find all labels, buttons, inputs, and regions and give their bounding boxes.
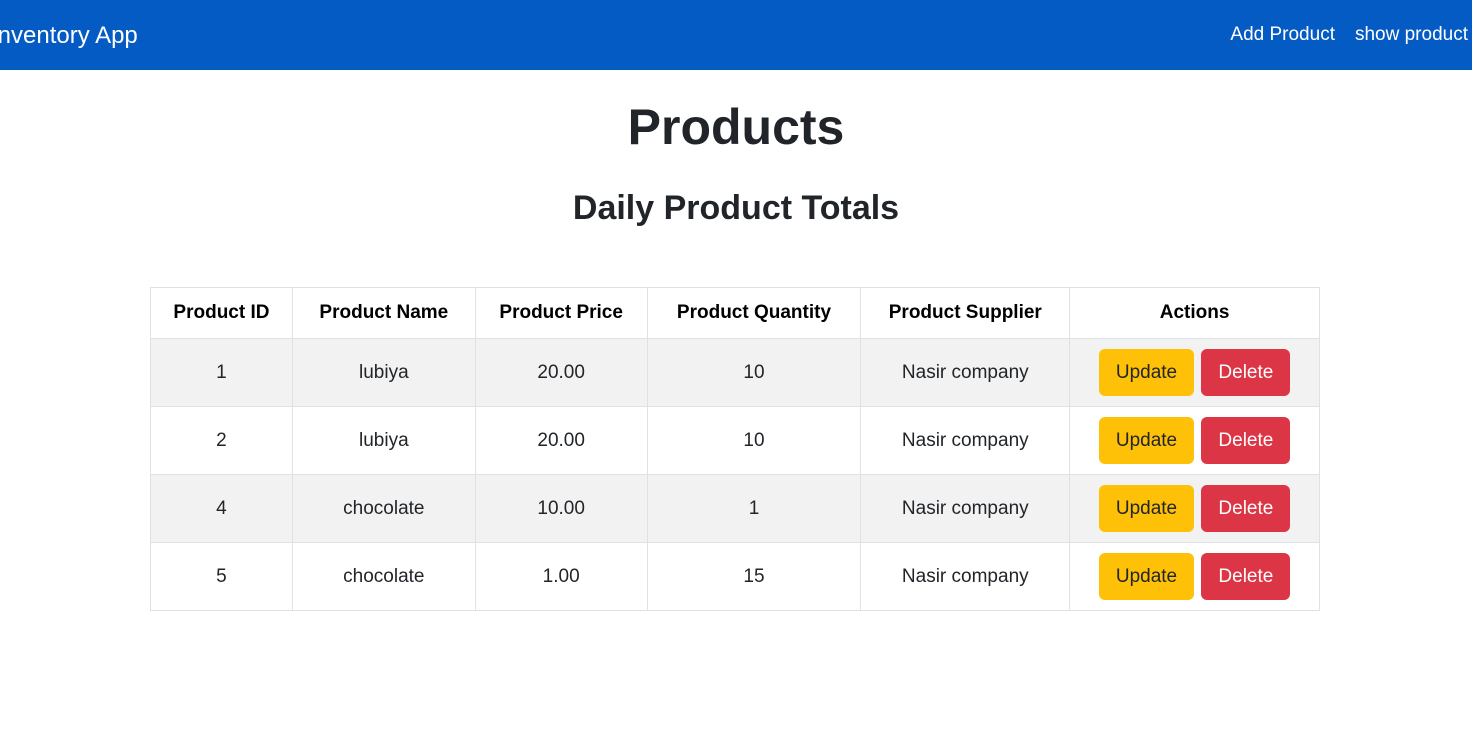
update-button[interactable]: Update bbox=[1098, 485, 1195, 532]
cell-actions: Update Delete bbox=[1069, 474, 1320, 543]
cell-actions: Update Delete bbox=[1069, 338, 1320, 407]
cell-actions: Update Delete bbox=[1069, 406, 1320, 475]
cell-product-price: 20.00 bbox=[474, 406, 648, 475]
cell-product-supplier: Nasir company bbox=[860, 542, 1071, 611]
cell-product-id: 1 bbox=[150, 338, 293, 407]
cell-product-name: lubiya bbox=[291, 338, 476, 407]
cell-product-quantity: 1 bbox=[646, 474, 862, 543]
page-subtitle: Daily Product Totals bbox=[572, 189, 900, 227]
update-button[interactable]: Update bbox=[1098, 553, 1195, 600]
table-row: 4 chocolate 10.00 1 Nasir company Update… bbox=[150, 474, 1320, 543]
cell-product-supplier: Nasir company bbox=[860, 406, 1071, 475]
nav-show-product-link[interactable]: show product bbox=[1355, 24, 1468, 46]
header-product-quantity: Product Quantity bbox=[646, 287, 862, 339]
products-table: Product ID Product Name Product Price Pr… bbox=[150, 287, 1320, 611]
update-button[interactable]: Update bbox=[1098, 417, 1195, 464]
page-title: Products bbox=[627, 99, 845, 155]
header-product-name: Product Name bbox=[291, 287, 476, 339]
cell-product-id: 5 bbox=[150, 542, 293, 611]
header-actions: Actions bbox=[1069, 287, 1320, 339]
update-button[interactable]: Update bbox=[1098, 349, 1195, 396]
delete-button[interactable]: Delete bbox=[1201, 553, 1291, 600]
nav-links: Add Product show product bbox=[1210, 0, 1468, 70]
cell-product-quantity: 10 bbox=[646, 406, 862, 475]
cell-product-quantity: 15 bbox=[646, 542, 862, 611]
navbar: Inventory App Add Product show product bbox=[0, 0, 1472, 70]
cell-product-price: 10.00 bbox=[474, 474, 648, 543]
cell-product-name: lubiya bbox=[291, 406, 476, 475]
cell-product-id: 4 bbox=[150, 474, 293, 543]
cell-product-id: 2 bbox=[150, 406, 293, 475]
header-product-price: Product Price bbox=[474, 287, 648, 339]
cell-product-supplier: Nasir company bbox=[860, 474, 1071, 543]
delete-button[interactable]: Delete bbox=[1201, 417, 1291, 464]
table-header-row: Product ID Product Name Product Price Pr… bbox=[150, 287, 1320, 339]
cell-product-name: chocolate bbox=[291, 474, 476, 543]
cell-actions: Update Delete bbox=[1069, 542, 1320, 611]
cell-product-price: 1.00 bbox=[474, 542, 648, 611]
brand-link[interactable]: Inventory App bbox=[0, 0, 138, 70]
nav-add-product-link[interactable]: Add Product bbox=[1230, 24, 1335, 46]
table-row: 1 lubiya 20.00 10 Nasir company Update D… bbox=[150, 338, 1320, 407]
cell-product-supplier: Nasir company bbox=[860, 338, 1071, 407]
table-row: 2 lubiya 20.00 10 Nasir company Update D… bbox=[150, 406, 1320, 475]
delete-button[interactable]: Delete bbox=[1201, 349, 1291, 396]
cell-product-name: chocolate bbox=[291, 542, 476, 611]
header-product-id: Product ID bbox=[150, 287, 293, 339]
delete-button[interactable]: Delete bbox=[1201, 485, 1291, 532]
table-row: 5 chocolate 1.00 15 Nasir company Update… bbox=[150, 542, 1320, 611]
header-product-supplier: Product Supplier bbox=[860, 287, 1071, 339]
cell-product-price: 20.00 bbox=[474, 338, 648, 407]
cell-product-quantity: 10 bbox=[646, 338, 862, 407]
